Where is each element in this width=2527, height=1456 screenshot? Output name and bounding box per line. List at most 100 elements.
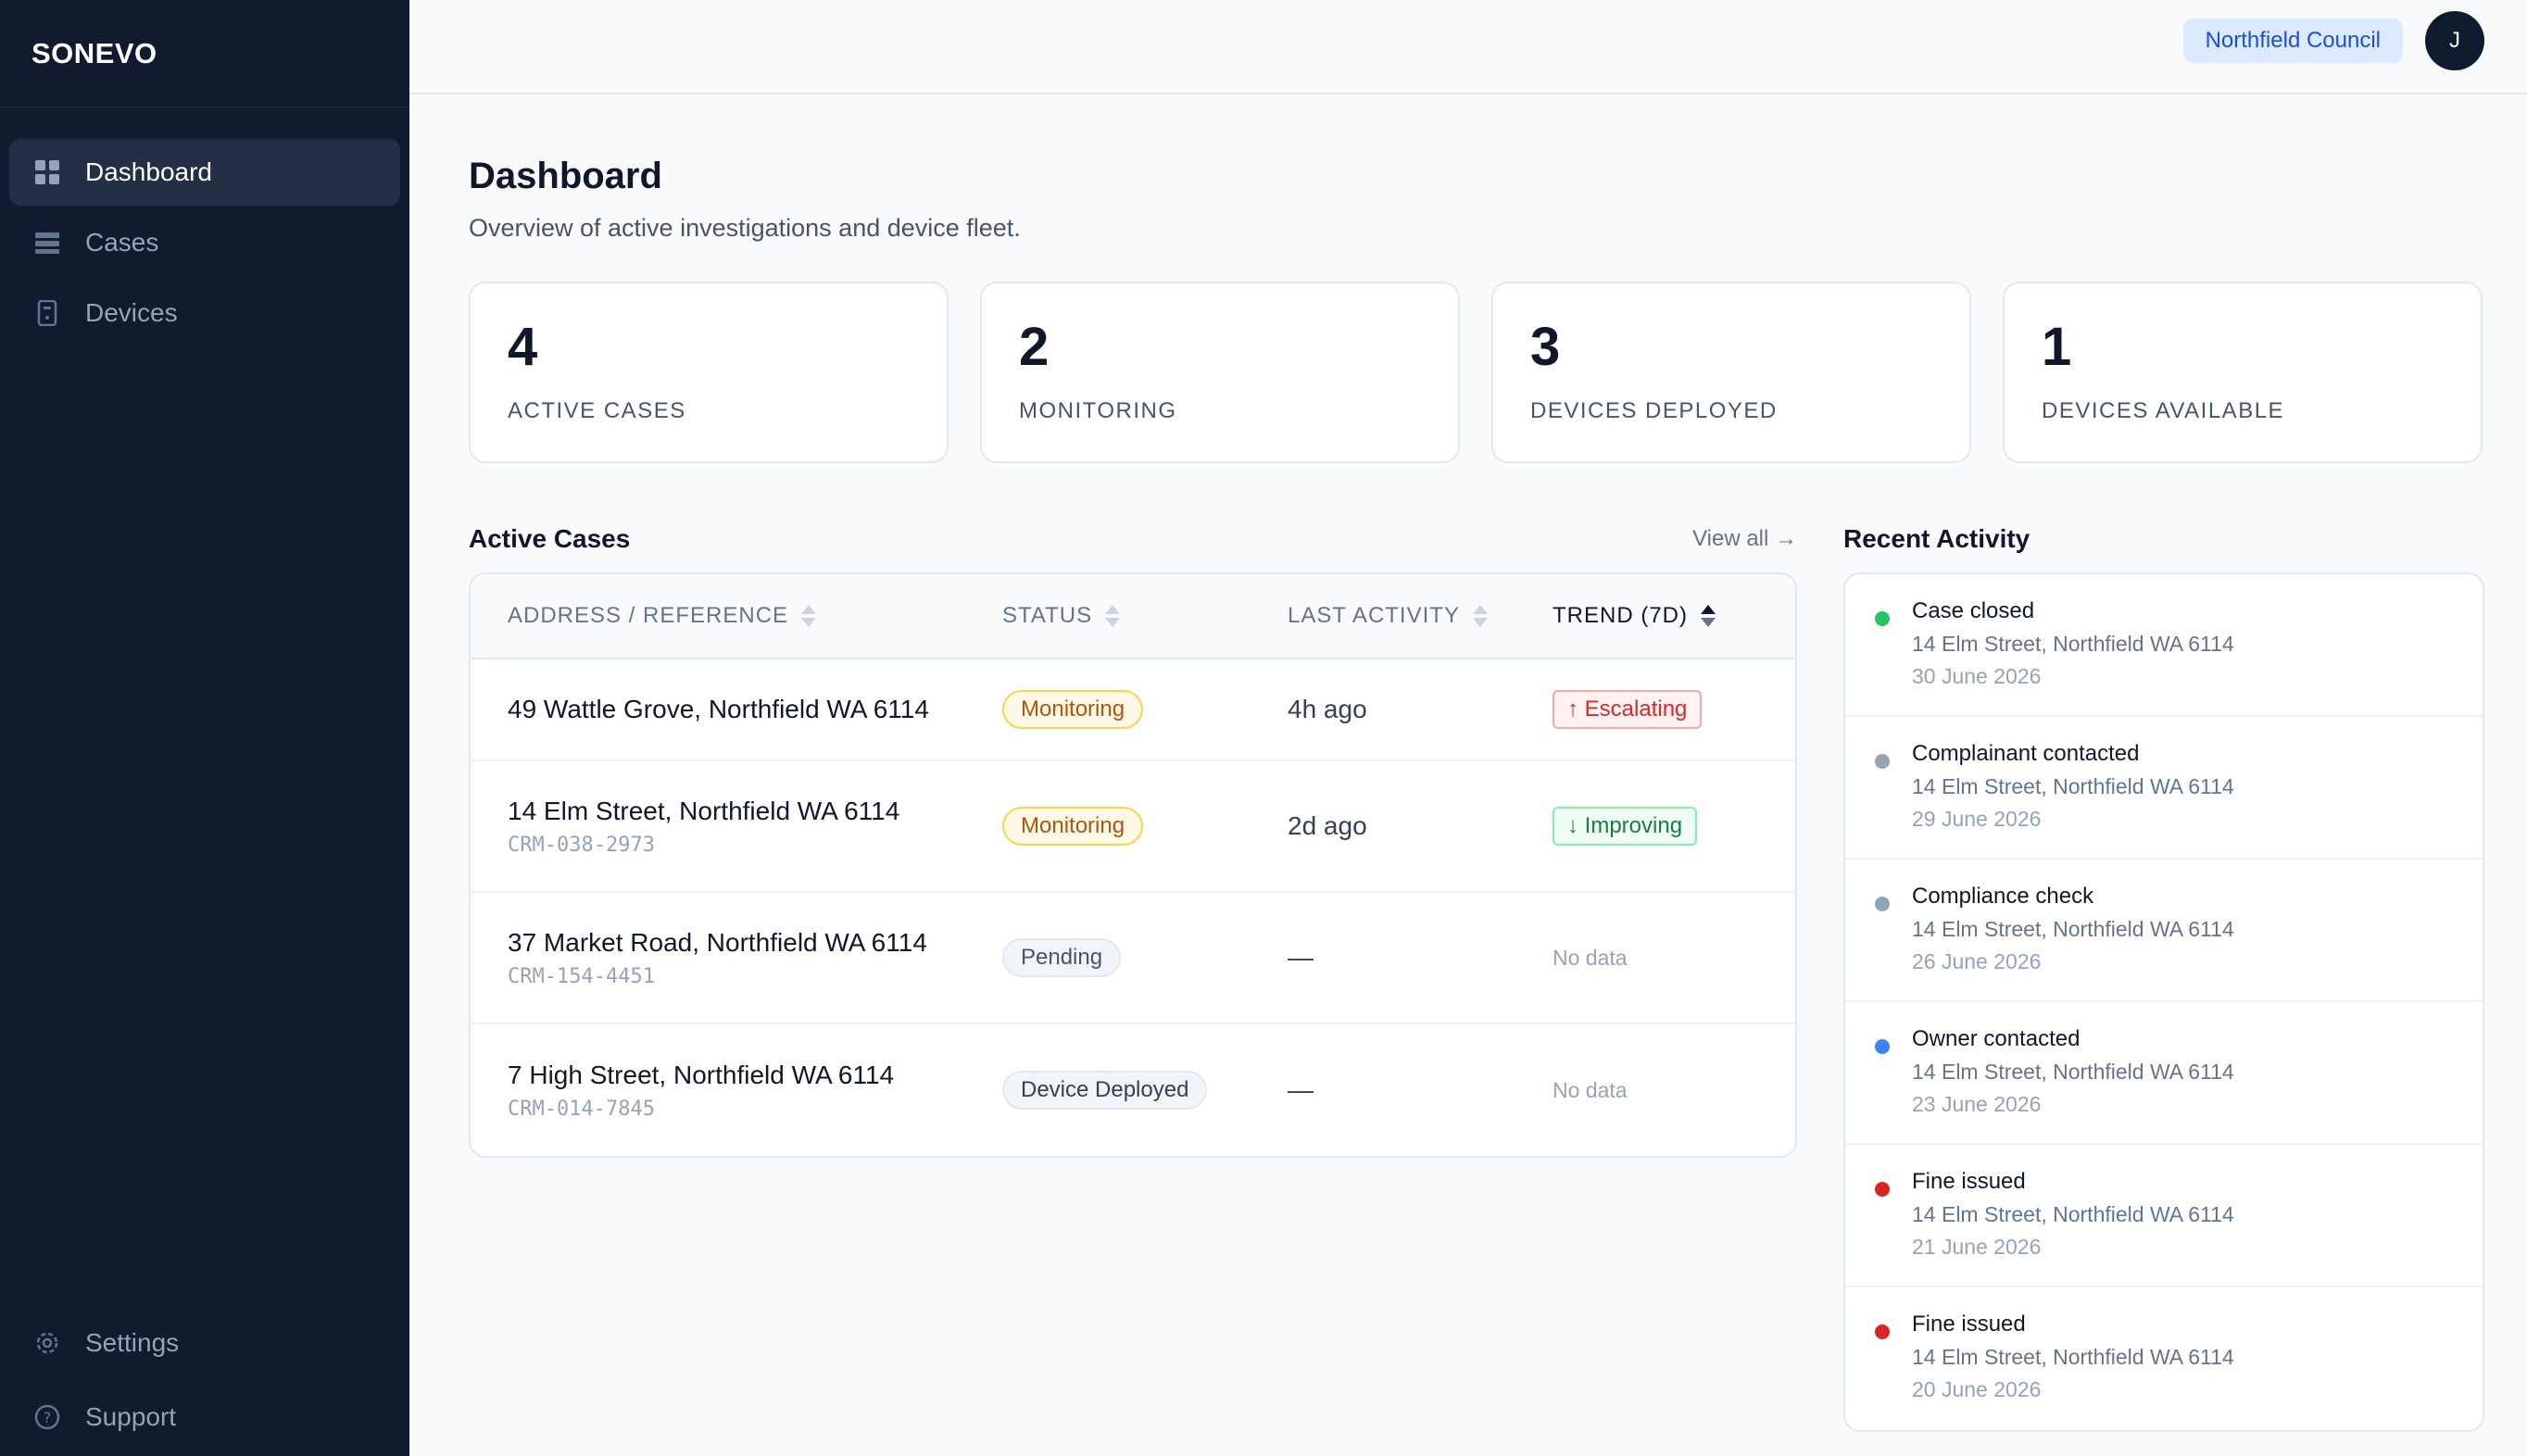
status-badge: Monitoring <box>1002 690 1144 729</box>
table-row[interactable]: 14 Elm Street, Northfield WA 6114 CRM-03… <box>471 761 1795 893</box>
stat-label: DEVICES DEPLOYED <box>1530 398 1778 423</box>
activity-date: 26 June 2026 <box>1912 949 2042 973</box>
case-address[interactable]: 37 Market Road, Northfield WA 6114 <box>508 928 1002 958</box>
list-item[interactable]: Complainant contacted 14 Elm Street, Nor… <box>1845 717 2483 860</box>
stat-label: MONITORING <box>1019 398 1177 423</box>
stat-label: ACTIVE CASES <box>508 398 686 423</box>
list-item[interactable]: Fine issued 14 Elm Street, Northfield WA… <box>1845 1287 2483 1430</box>
trend-cell: No data <box>1553 1078 1795 1103</box>
case-address[interactable]: 49 Wattle Grove, Northfield WA 6114 <box>508 695 1002 724</box>
sidebar-item-devices[interactable]: Devices <box>9 280 400 346</box>
column-label: LAST ACTIVITY <box>1288 603 1460 628</box>
trend-no-data: No data <box>1553 1077 1628 1102</box>
sort-asc-icon <box>1701 605 1716 627</box>
last-activity-cell: — <box>1288 943 1553 973</box>
sidebar-bottom: Settings ? Support <box>9 1308 400 1456</box>
activity-date: 30 June 2026 <box>1912 664 2042 688</box>
status-badge: Device Deployed <box>1002 1071 1208 1110</box>
stat-card-active-cases: 4 ACTIVE CASES <box>469 282 949 463</box>
sidebar-item-support[interactable]: ? Support <box>9 1382 400 1452</box>
column-header-status[interactable]: STATUS <box>1002 603 1288 629</box>
address-cell: 7 High Street, Northfield WA 6114 CRM-01… <box>471 1061 1002 1121</box>
address-cell: 37 Market Road, Northfield WA 6114 CRM-1… <box>471 928 1002 988</box>
activity-date: 23 June 2026 <box>1912 1092 2042 1116</box>
cases-table: ADDRESS / REFERENCE STATUS LAST ACTIVITY… <box>469 572 1797 1158</box>
activity-list: Case closed 14 Elm Street, Northfield WA… <box>1843 572 2484 1432</box>
case-reference: CRM-154-4451 <box>508 964 655 988</box>
list-item[interactable]: Fine issued 14 Elm Street, Northfield WA… <box>1845 1145 2483 1287</box>
last-activity: 4h ago <box>1288 695 1367 723</box>
page-subtitle: Overview of active investigations and de… <box>469 214 1021 242</box>
column-label: ADDRESS / REFERENCE <box>508 603 789 628</box>
view-all-link[interactable]: View all → <box>1692 526 1797 552</box>
status-dot <box>1875 897 1890 911</box>
list-item[interactable]: Compliance check 14 Elm Street, Northfie… <box>1845 860 2483 1002</box>
sidebar-item-dashboard[interactable]: Dashboard <box>9 139 400 206</box>
page-title: Dashboard <box>469 156 662 196</box>
stat-value: 3 <box>1530 317 1561 377</box>
main-content: Dashboard Overview of active investigati… <box>469 94 2484 1432</box>
last-activity-cell: 4h ago <box>1288 695 1553 724</box>
last-activity-cell: 2d ago <box>1288 811 1553 841</box>
status-cell: Monitoring <box>1002 690 1288 729</box>
device-icon <box>33 299 61 327</box>
help-icon: ? <box>33 1403 61 1431</box>
stat-value: 1 <box>2042 317 2072 377</box>
status-cell: Device Deployed <box>1002 1071 1288 1110</box>
status-dot <box>1875 1324 1890 1339</box>
last-activity: — <box>1288 943 1314 972</box>
table-row[interactable]: 49 Wattle Grove, Northfield WA 6114 Moni… <box>471 659 1795 761</box>
column-header-last-activity[interactable]: LAST ACTIVITY <box>1288 603 1553 629</box>
trend-cell: No data <box>1553 946 1795 971</box>
sidebar-item-label: Support <box>85 1402 177 1431</box>
activity-date: 20 June 2026 <box>1912 1377 2042 1401</box>
topbar: Northfield Council J <box>409 0 2527 94</box>
sidebar-item-settings[interactable]: Settings <box>9 1308 400 1378</box>
stat-card-monitoring: 2 MONITORING <box>980 282 1460 463</box>
activity-header: Recent Activity <box>1843 521 2030 558</box>
list-item[interactable]: Case closed 14 Elm Street, Northfield WA… <box>1845 574 2483 717</box>
activity-title-text: Complainant contacted <box>1912 741 2140 766</box>
list-item[interactable]: Owner contacted 14 Elm Street, Northfiel… <box>1845 1002 2483 1145</box>
status-dot <box>1875 1039 1890 1054</box>
table-header: ADDRESS / REFERENCE STATUS LAST ACTIVITY… <box>471 574 1795 659</box>
activity-title: Recent Activity <box>1843 524 2030 553</box>
column-header-address[interactable]: ADDRESS / REFERENCE <box>471 603 1002 629</box>
activity-address: 14 Elm Street, Northfield WA 6114 <box>1912 1345 2234 1369</box>
last-activity-cell: — <box>1288 1075 1553 1105</box>
sidebar-item-label: Dashboard <box>85 157 212 186</box>
status-badge: Monitoring <box>1002 807 1144 846</box>
avatar[interactable]: J <box>2425 11 2484 70</box>
activity-address: 14 Elm Street, Northfield WA 6114 <box>1912 917 2234 941</box>
stat-value: 4 <box>508 317 538 377</box>
case-reference: CRM-038-2973 <box>508 833 655 857</box>
status-cell: Monitoring <box>1002 807 1288 846</box>
address-cell: 14 Elm Street, Northfield WA 6114 CRM-03… <box>471 797 1002 857</box>
last-activity: 2d ago <box>1288 811 1367 840</box>
sort-icon <box>801 605 817 627</box>
trend-no-data: No data <box>1553 945 1628 970</box>
brand-logo[interactable]: SONEVO <box>0 0 409 107</box>
table-row[interactable]: 37 Market Road, Northfield WA 6114 CRM-1… <box>471 893 1795 1024</box>
stats-row: 4 ACTIVE CASES 2 MONITORING 3 DEVICES DE… <box>469 282 2484 463</box>
column-label: TREND (7D) <box>1553 603 1688 628</box>
last-activity: — <box>1288 1075 1314 1104</box>
case-address[interactable]: 7 High Street, Northfield WA 6114 <box>508 1061 1002 1090</box>
activity-address: 14 Elm Street, Northfield WA 6114 <box>1912 632 2234 656</box>
case-address[interactable]: 14 Elm Street, Northfield WA 6114 <box>508 797 1002 826</box>
table-row[interactable]: 7 High Street, Northfield WA 6114 CRM-01… <box>471 1024 1795 1156</box>
activity-title-text: Compliance check <box>1912 884 2094 909</box>
stat-label: DEVICES AVAILABLE <box>2042 398 2285 423</box>
status-dot <box>1875 754 1890 769</box>
svg-text:?: ? <box>44 1409 52 1426</box>
sidebar-nav: Dashboard Cases Devices <box>0 107 409 346</box>
column-header-trend[interactable]: TREND (7D) <box>1553 603 1795 629</box>
sort-icon <box>1472 605 1488 627</box>
sidebar-item-label: Cases <box>85 228 159 257</box>
cases-header: Active Cases View all → <box>469 521 1797 558</box>
case-reference: CRM-014-7845 <box>508 1097 655 1121</box>
sidebar-item-cases[interactable]: Cases <box>9 209 400 276</box>
trend-cell: ↓ Improving <box>1553 807 1795 846</box>
sidebar: SONEVO Dashboard Cases Devices Settings <box>0 0 409 1456</box>
org-badge[interactable]: Northfield Council <box>2182 19 2403 63</box>
